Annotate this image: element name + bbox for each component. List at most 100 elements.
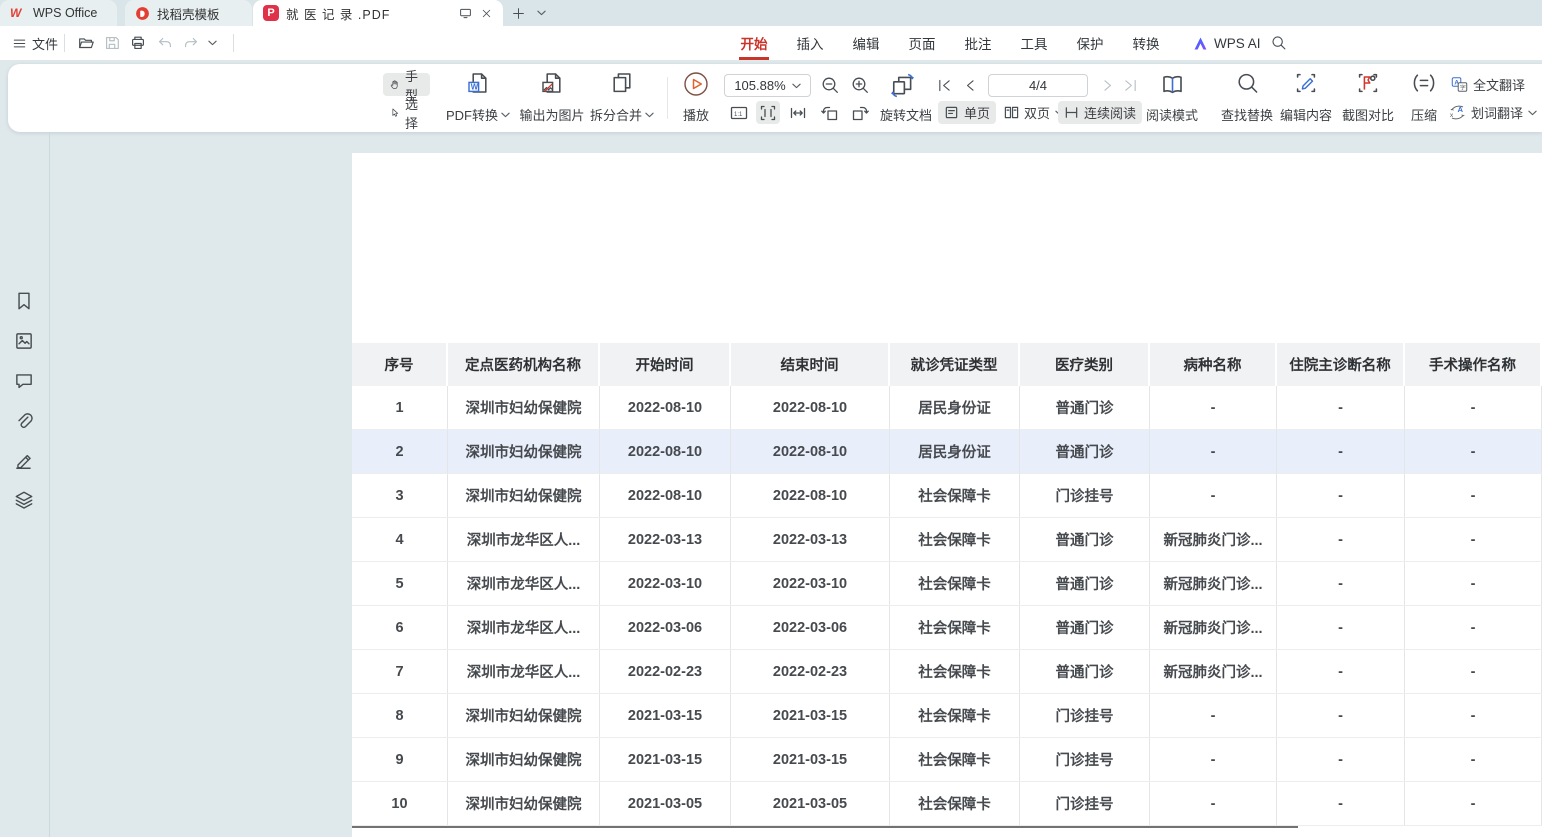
rotate-doc-label[interactable]: 旋转文档 <box>880 105 932 124</box>
open-file-button[interactable] <box>77 26 95 60</box>
read-mode-label[interactable]: 阅读模式 <box>1146 105 1198 124</box>
tab-comment[interactable]: 批注 <box>950 26 1006 60</box>
actual-size-button[interactable]: 1:1 <box>727 101 751 124</box>
play-button[interactable]: 播放 <box>670 71 722 124</box>
screenshot-compare-button[interactable]: 截图对比 <box>1336 71 1400 124</box>
table-cell: 2021-03-05 <box>600 782 731 825</box>
table-cell: 2022-03-10 <box>600 562 731 605</box>
layers-panel-button[interactable] <box>13 489 35 511</box>
left-panel-sidebar <box>0 132 50 837</box>
table-cell: 2021-03-15 <box>731 694 890 737</box>
tab-label: 找稻壳模板 <box>157 4 220 23</box>
zoom-out-button[interactable] <box>820 75 840 95</box>
tab-protect[interactable]: 保护 <box>1062 26 1118 60</box>
zoom-level-select[interactable]: 105.88% <box>724 74 811 97</box>
tab-convert[interactable]: 转换 <box>1118 26 1174 60</box>
hand-icon <box>389 77 400 92</box>
pdf-convert-label: PDF转换 <box>446 105 498 124</box>
monitor-icon[interactable] <box>458 6 473 21</box>
find-replace-button[interactable]: 查找替换 <box>1213 71 1281 124</box>
comments-panel-button[interactable] <box>13 370 35 392</box>
wps-ai-logo-icon <box>1192 35 1209 52</box>
table-cell: 深圳市龙华区人... <box>448 606 600 649</box>
find-replace-label: 查找替换 <box>1221 105 1273 124</box>
redo-button[interactable] <box>182 26 200 60</box>
next-page-button[interactable] <box>1099 77 1116 94</box>
split-merge-button[interactable]: 拆分合并 <box>580 71 664 124</box>
tab-docer-templates[interactable]: 找稻壳模板 <box>125 0 252 26</box>
tab-home[interactable]: 开始 <box>726 26 782 60</box>
rotate-left-icon <box>820 103 840 123</box>
signature-panel-button[interactable] <box>13 449 35 471</box>
table-cell: 2022-08-10 <box>731 386 890 429</box>
prev-page-button[interactable] <box>962 77 979 94</box>
table-cell: 普通门诊 <box>1020 386 1150 429</box>
undo-button[interactable] <box>156 26 174 60</box>
rotate-pages-button[interactable] <box>890 73 915 98</box>
tab-wps-office[interactable]: W WPS Office <box>0 0 117 26</box>
table-cell: 新冠肺炎门诊... <box>1150 518 1277 561</box>
table-cell: - <box>1405 738 1542 781</box>
page-number-input[interactable]: 4/4 <box>988 74 1088 97</box>
last-page-button[interactable] <box>1122 77 1139 94</box>
more-actions-button[interactable] <box>208 26 217 60</box>
tab-list-button[interactable] <box>531 3 551 23</box>
tab-document[interactable]: P 就 医 记 录 .PDF <box>253 0 503 26</box>
table-cell: 社会保障卡 <box>890 606 1020 649</box>
table-cell: - <box>1405 562 1542 605</box>
compress-label: 压缩 <box>1411 105 1437 124</box>
edit-content-button[interactable]: 编辑内容 <box>1274 71 1338 124</box>
search-button[interactable] <box>1270 34 1287 51</box>
table-header-cell: 医疗类别 <box>1020 343 1150 386</box>
word-translate-label: 划词翻译 <box>1471 103 1523 122</box>
continuous-read-icon <box>1064 105 1079 120</box>
thumbnail-icon <box>13 330 35 352</box>
chevron-down-icon <box>645 112 654 118</box>
zoom-in-button[interactable] <box>850 75 870 95</box>
bookmarks-panel-button[interactable] <box>13 290 35 312</box>
fit-width-icon <box>788 103 808 123</box>
tab-page[interactable]: 页面 <box>894 26 950 60</box>
compress-button[interactable]: 压缩 <box>1401 71 1447 124</box>
table-cell: 新冠肺炎门诊... <box>1150 562 1277 605</box>
fit-width-button[interactable] <box>786 101 810 124</box>
save-button[interactable] <box>103 26 121 60</box>
table-row: 9深圳市妇幼保健院2021-03-152021-03-15社会保障卡门诊挂号--… <box>352 738 1542 782</box>
table-cell: 5 <box>352 562 448 605</box>
single-page-button[interactable]: 单页 <box>938 101 996 124</box>
close-icon[interactable] <box>480 7 493 20</box>
pdf-page[interactable]: 序号定点医药机构名称开始时间结束时间就诊凭证类型医疗类别病种名称住院主诊断名称手… <box>352 153 1542 837</box>
fit-page-button[interactable] <box>756 101 780 124</box>
table-row: 5深圳市龙华区人...2022-03-102022-03-10社会保障卡普通门诊… <box>352 562 1542 606</box>
wps-ai-button[interactable]: WPS AI <box>1192 26 1261 60</box>
tab-edit[interactable]: 编辑 <box>838 26 894 60</box>
new-tab-button[interactable] <box>508 3 528 23</box>
table-cell: 门诊挂号 <box>1020 782 1150 825</box>
tab-tools[interactable]: 工具 <box>1006 26 1062 60</box>
split-merge-label: 拆分合并 <box>590 105 642 124</box>
rotate-left-button[interactable] <box>818 101 842 124</box>
rotate-right-button[interactable] <box>848 101 872 124</box>
file-menu[interactable]: 文件 <box>12 26 58 60</box>
table-cell: 门诊挂号 <box>1020 694 1150 737</box>
table-cell: - <box>1150 738 1277 781</box>
rotate-right-icon <box>850 103 870 123</box>
thumbnails-panel-button[interactable] <box>13 330 35 352</box>
select-tool-button[interactable]: 选择 <box>383 101 430 124</box>
first-page-button[interactable] <box>936 77 953 94</box>
table-header-cell: 住院主诊断名称 <box>1277 343 1405 386</box>
table-cell: 新冠肺炎门诊... <box>1150 606 1277 649</box>
print-button[interactable] <box>129 26 147 60</box>
open-folder-icon <box>77 34 95 52</box>
continuous-read-button[interactable]: 连续阅读 <box>1058 101 1142 124</box>
table-row: 2深圳市妇幼保健院2022-08-102022-08-10居民身份证普通门诊--… <box>352 430 1542 474</box>
attachments-panel-button[interactable] <box>13 410 35 432</box>
read-mode-button[interactable] <box>1160 72 1185 97</box>
read-book-icon <box>1160 72 1185 97</box>
word-translate-button[interactable]: x A 划词翻译 <box>1449 103 1537 122</box>
full-translate-button[interactable]: A 字 全文翻译 <box>1451 75 1525 94</box>
table-cell: 2022-03-13 <box>731 518 890 561</box>
table-header-cell: 开始时间 <box>600 343 731 386</box>
chevron-down-icon <box>792 83 801 89</box>
tab-insert[interactable]: 插入 <box>782 26 838 60</box>
